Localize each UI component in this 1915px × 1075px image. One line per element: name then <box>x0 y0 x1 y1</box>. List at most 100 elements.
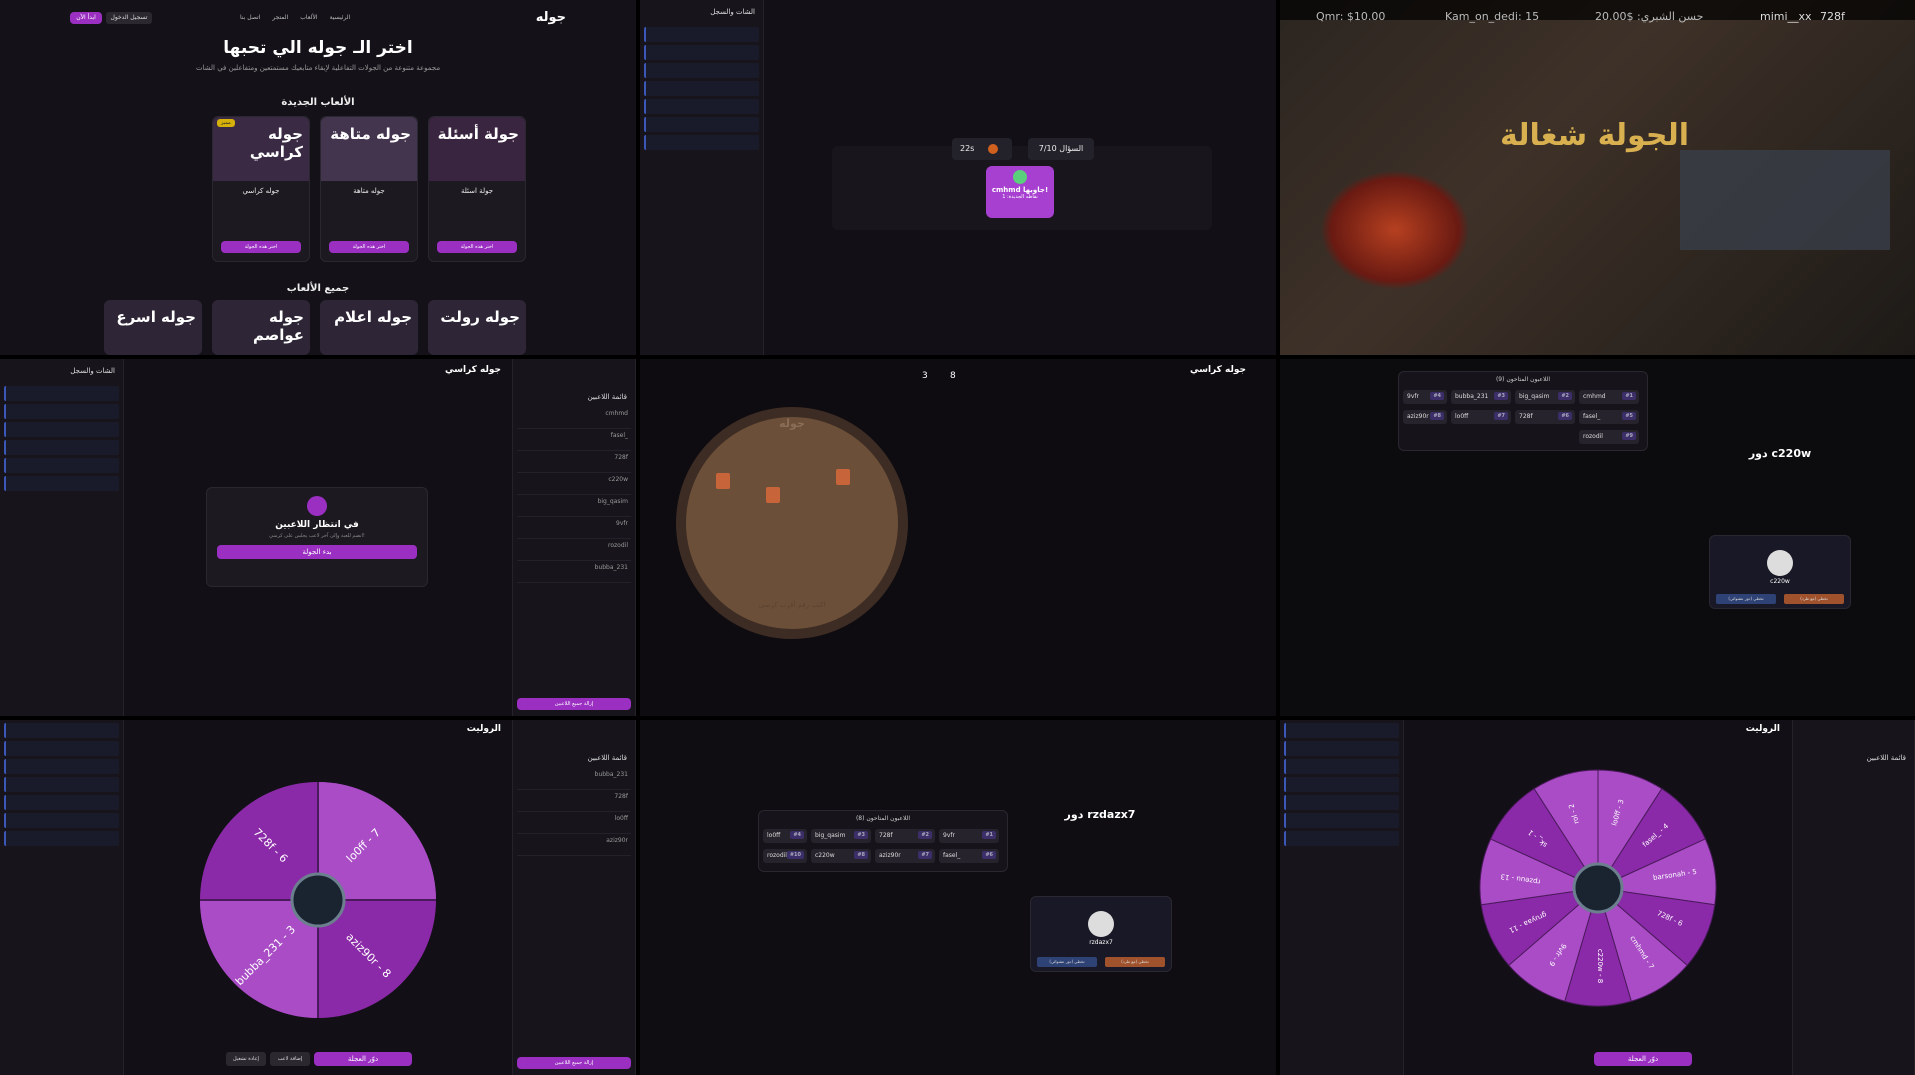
player-row[interactable]: fasel_ <box>517 429 631 451</box>
player-chip[interactable]: 9vfr #1 <box>939 829 999 843</box>
remove-all-players-button[interactable]: إزالة جميع اللاعبين <box>517 1057 631 1069</box>
panel-landing: جوله اتصل بنا المتجر الألعاب الرئيسية تس… <box>0 0 636 355</box>
roulette-wheel[interactable]: lo0ff - 7 aziz90r - 8 bubba_231 - 3 728f… <box>196 778 440 1022</box>
game-tile[interactable]: جوله اسرع <box>104 300 202 355</box>
all-games-row: جوله اسرع جوله عواصم جوله اعلام جوله رول… <box>104 300 526 355</box>
skip-random-button[interactable]: تخطي (دور عشوائي) <box>1037 957 1097 967</box>
timer-icon <box>988 144 998 154</box>
game-title: جوله كراسي <box>1190 365 1246 375</box>
waiting-subtitle: انضم للعبة وإلى آخر لاعب يجلس على كرسي! <box>269 533 365 539</box>
game-card-title: جولة اسئلة <box>460 187 494 195</box>
webcam <box>1680 150 1890 250</box>
next-player-name: rzdazx7 <box>1089 939 1113 946</box>
start-round-button[interactable]: بدء الجولة <box>217 545 417 559</box>
player-row[interactable]: rozodil <box>517 539 631 561</box>
game-card[interactable]: جوله متاهة جوله متاهة اختر هذه الجولة <box>320 116 418 262</box>
waiting-card: في انتظار اللاعبين انضم للعبة وإلى آخر ل… <box>206 487 428 587</box>
choose-game-button[interactable]: اختر هذه الجولة <box>329 241 409 253</box>
available-players: اللاعبون المتاحون (9) cmhmd #1 big_qasim #… <box>1398 371 1648 451</box>
panel-stream: Qmr: $10.00 Kam_on_dedi: 15 20.00$ :حسن … <box>1280 0 1915 355</box>
restart-button[interactable]: إعادة تشغيل <box>226 1052 266 1066</box>
nav-item[interactable]: الرئيسية <box>330 14 351 21</box>
player-chip[interactable]: fasel_ #5 <box>1579 410 1639 424</box>
players-list-title: قائمة اللاعبين <box>587 393 627 401</box>
turn-title: دور rzdazx7 <box>1064 808 1136 821</box>
best-badge: مميز <box>217 119 235 127</box>
panel-chairs-board: جوله كراسي 3 8 جوله اكتب رقم أقرب كرسي <box>640 359 1276 716</box>
hud-item: Kam_on_dedi: 15 <box>1445 10 1540 23</box>
nav-item[interactable]: اتصل بنا <box>240 14 260 21</box>
player-row[interactable]: 728f <box>517 790 631 812</box>
available-players-title: اللاعبون المتاحون (8) <box>855 815 911 822</box>
start-button[interactable]: ابدأ الآن <box>70 12 102 24</box>
spin-wheel-button[interactable]: دوّر العجلة <box>1594 1052 1692 1066</box>
nav-item[interactable]: الألعاب <box>300 14 317 21</box>
answer-card: cmhmd جاوبها! نقاطه الجديدة: 1 <box>986 166 1054 218</box>
panel-turn-rzdazx7: اللاعبون المتاحون (8) 9vfr #1 728f #2 big_… <box>640 720 1276 1075</box>
player-row[interactable]: bubba_231 <box>517 768 631 790</box>
panel-roulette-large: الروليت lo0ff - 3 fasel_ - 4 barsonah - 57… <box>1280 720 1915 1075</box>
player-chip[interactable]: aziz90r #7 <box>875 849 935 863</box>
hud-item: mimi__xx <box>1760 10 1812 23</box>
skip-kick-button[interactable]: تخطي (مع طرد) <box>1784 594 1844 604</box>
skip-kick-button[interactable]: تخطي (مع طرد) <box>1105 957 1165 967</box>
player-count: 8 <box>950 371 956 381</box>
player-chip[interactable]: bubba_231 #3 <box>1451 390 1511 404</box>
player-chip[interactable]: cmhmd #1 <box>1579 390 1639 404</box>
avatar <box>1767 550 1793 576</box>
choose-game-button[interactable]: اختر هذه الجولة <box>437 241 517 253</box>
players-sidebar: قائمة اللاعبين bubba_231 728f lo0ff aziz… <box>512 720 636 1075</box>
answer-points: نقاطه الجديدة: 1 <box>1002 194 1038 200</box>
site-logo[interactable]: جوله <box>536 10 566 25</box>
player-row[interactable]: aziz90r <box>517 834 631 856</box>
player-chip[interactable]: rozodil #9 <box>1579 430 1639 444</box>
player-chip[interactable]: c220w #8 <box>811 849 871 863</box>
nav-item[interactable]: المتجر <box>272 14 288 21</box>
login-button[interactable]: تسجيل الدخول <box>106 12 152 24</box>
player-chip[interactable]: aziz90r #8 <box>1403 410 1447 424</box>
next-player-card: rzdazx7 تخطي (دور عشوائي) تخطي (مع طرد) <box>1030 896 1172 972</box>
choose-game-button[interactable]: اختر هذه الجولة <box>221 241 301 253</box>
player-chip[interactable]: big_qasim #3 <box>811 829 871 843</box>
avatar <box>1088 911 1114 937</box>
hud-bar: Qmr: $10.00 Kam_on_dedi: 15 20.00$ :حسن … <box>1280 0 1915 23</box>
timer: 22s <box>952 138 1012 160</box>
next-player-name: c220w <box>1770 578 1790 585</box>
remove-all-players-button[interactable]: إزالة جميع اللاعبين <box>517 698 631 710</box>
player-chip[interactable]: lo0ff #4 <box>763 829 807 843</box>
player-chip[interactable]: 728f #6 <box>1515 410 1575 424</box>
hud-item: 728f <box>1820 10 1845 23</box>
wheel-hub <box>1572 862 1624 914</box>
game-tile[interactable]: جوله رولت <box>428 300 526 355</box>
game-card-art: جولة أسئلة <box>429 117 525 181</box>
player-row[interactable]: 9vfr <box>517 517 631 539</box>
skip-random-button[interactable]: تخطي (دور عشوائي) <box>1716 594 1776 604</box>
game-card[interactable]: جولة أسئلة جولة اسئلة اختر هذه الجولة <box>428 116 526 262</box>
player-row[interactable]: cmhmd <box>517 407 631 429</box>
player-row[interactable]: bubba_231 <box>517 561 631 583</box>
game-card[interactable]: جوله كراسي مميز جوله كراسي اختر هذه الجو… <box>212 116 310 262</box>
player-chip[interactable]: fasel_ #6 <box>939 849 999 863</box>
users-icon <box>307 496 327 516</box>
player-chip[interactable]: 9vfr #4 <box>1403 390 1447 404</box>
spin-wheel-button[interactable]: دوّر العجلة <box>314 1052 412 1066</box>
fire <box>1320 170 1470 290</box>
chat-sidebar: الشات والسجل <box>0 359 124 716</box>
player-row[interactable]: big_qasim <box>517 495 631 517</box>
players-list-title: قائمة اللاعبين <box>1866 754 1906 762</box>
player-chip[interactable]: rozodil #10 <box>763 849 807 863</box>
player-row[interactable]: 728f <box>517 451 631 473</box>
game-card-art: جوله متاهة <box>321 117 417 181</box>
player-row[interactable]: lo0ff <box>517 812 631 834</box>
players-list-title: قائمة اللاعبين <box>587 754 627 762</box>
board-logo: جوله <box>779 417 805 430</box>
player-chip[interactable]: 728f #2 <box>875 829 935 843</box>
player-chip[interactable]: big_qasim #2 <box>1515 390 1575 404</box>
player-chip[interactable]: lo0ff #7 <box>1451 410 1511 424</box>
roulette-wheel[interactable]: lo0ff - 3fasel_ - 4barsonah - 5728f - 6c… <box>1476 766 1720 1010</box>
game-tile[interactable]: جوله عواصم <box>212 300 310 355</box>
player-row[interactable]: c220w <box>517 473 631 495</box>
add-player-button[interactable]: إضافة لاعب <box>270 1052 310 1066</box>
game-tile[interactable]: جوله اعلام <box>320 300 418 355</box>
available-players: اللاعبون المتاحون (8) 9vfr #1 728f #2 big_… <box>758 810 1008 872</box>
